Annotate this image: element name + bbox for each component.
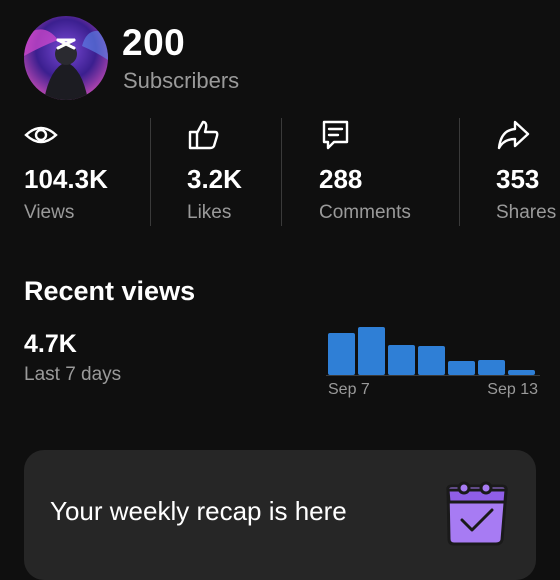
chart-bar[interactable] xyxy=(478,360,505,375)
divider xyxy=(150,118,151,226)
recent-views-chart[interactable]: Sep 7 Sep 13 xyxy=(326,318,540,400)
stat-label: Comments xyxy=(319,202,411,223)
chart-bar[interactable] xyxy=(388,345,415,375)
stat-label: Views xyxy=(24,202,75,223)
share-icon xyxy=(497,120,530,150)
thumbs-up-icon xyxy=(188,120,219,150)
stat-label: Shares xyxy=(496,202,557,223)
chart-tick-label: Sep 13 xyxy=(487,381,538,398)
chart-bar[interactable] xyxy=(418,346,445,375)
comment-icon xyxy=(322,120,349,150)
stat-value: 3.2K xyxy=(187,164,242,194)
divider xyxy=(281,118,282,226)
recent-views-title: Recent views xyxy=(24,276,196,306)
chart-bar[interactable] xyxy=(448,361,475,375)
chart-tick-label: Sep 7 xyxy=(328,381,370,398)
avatar-image xyxy=(24,16,108,100)
recent-views-value: 4.7K xyxy=(24,330,77,358)
chart-bar[interactable] xyxy=(508,370,535,375)
stat-label: Likes xyxy=(187,202,232,223)
recent-views-period: Last 7 days xyxy=(24,364,122,385)
chart-bar[interactable] xyxy=(328,333,355,375)
subscriber-count: 200 xyxy=(122,22,186,63)
recap-title: Your weekly recap is here xyxy=(50,496,347,526)
divider xyxy=(459,118,460,226)
weekly-recap-card[interactable]: Your weekly recap is here xyxy=(24,450,536,580)
eye-icon xyxy=(24,126,58,144)
chart-bar[interactable] xyxy=(358,327,385,375)
stat-value: 288 xyxy=(319,164,363,194)
subscriber-label: Subscribers xyxy=(123,68,240,93)
calendar-check-icon xyxy=(446,481,508,546)
channel-avatar[interactable] xyxy=(24,16,108,100)
stat-value: 353 xyxy=(496,164,540,194)
stat-value: 104.3K xyxy=(24,164,108,194)
